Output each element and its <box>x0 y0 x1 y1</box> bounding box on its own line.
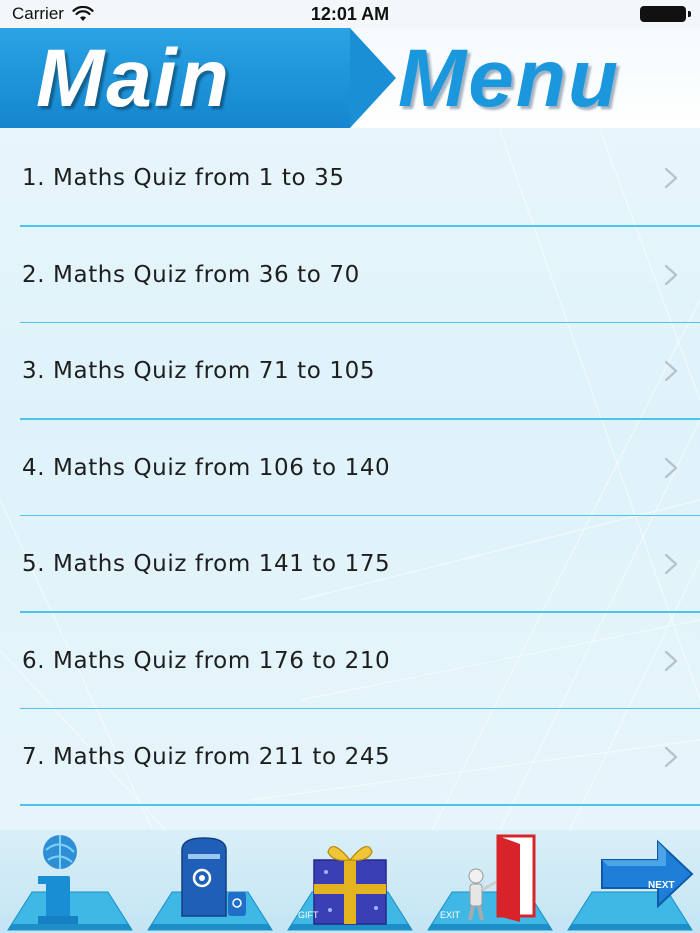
menu-item-quiz-3[interactable]: 3. Maths Quiz from 71 to 105 <box>0 323 700 420</box>
next-button[interactable]: NEXT <box>560 830 700 933</box>
gift-label: GIFT <box>298 910 319 920</box>
info-button[interactable] <box>0 830 140 933</box>
menu-item-label: 5. Maths Quiz from 141 to 175 <box>22 551 391 578</box>
menu-item-quiz-4[interactable]: 4. Maths Quiz from 106 to 140 <box>0 420 700 517</box>
chevron-right-icon <box>664 264 678 285</box>
menu-item-label: 2. Maths Quiz from 36 to 70 <box>22 261 360 288</box>
menu-item-label: 6. Maths Quiz from 176 to 210 <box>22 647 391 674</box>
carrier-label: Carrier <box>12 4 64 23</box>
chevron-right-icon <box>664 554 678 575</box>
exit-button[interactable]: EXIT <box>420 830 560 933</box>
menu-item-quiz-7[interactable]: 7. Maths Quiz from 211 to 245 <box>0 709 700 806</box>
exit-label: EXIT <box>440 910 461 920</box>
chevron-right-icon <box>664 747 678 768</box>
status-time: 12:01 AM <box>310 3 390 24</box>
status-left: Carrier <box>12 4 94 24</box>
chevron-right-icon <box>664 650 678 671</box>
chevron-right-icon <box>664 361 678 382</box>
menu-item-quiz-2[interactable]: 2. Maths Quiz from 36 to 70 <box>0 227 700 324</box>
gift-button[interactable]: GIFT <box>280 830 420 933</box>
chevron-right-icon <box>664 168 678 189</box>
wifi-icon <box>72 6 94 21</box>
info-icon <box>7 835 133 931</box>
quiz-menu-list: 1. Maths Quiz from 1 to 35 2. Maths Quiz… <box>0 130 700 806</box>
header-arrow-shape <box>350 28 396 128</box>
page-title-menu: Menu <box>398 33 621 124</box>
next-arrow-icon <box>567 839 694 931</box>
bottom-toolbar: GIFT EXIT NEXT <box>0 830 700 933</box>
menu-item-label: 1. Maths Quiz from 1 to 35 <box>22 165 345 192</box>
menu-item-quiz-5[interactable]: 5. Maths Quiz from 141 to 175 <box>0 516 700 613</box>
chevron-right-icon <box>664 457 678 478</box>
next-label: NEXT <box>648 880 675 891</box>
mailbox-icon <box>147 837 273 931</box>
menu-item-label: 4. Maths Quiz from 106 to 140 <box>22 454 391 481</box>
status-bar: Carrier 12:01 AM <box>0 0 700 28</box>
menu-item-label: 7. Maths Quiz from 211 to 245 <box>22 744 391 771</box>
battery-icon <box>640 6 691 22</box>
menu-item-quiz-1[interactable]: 1. Maths Quiz from 1 to 35 <box>0 130 700 227</box>
header-banner: Main Menu <box>0 28 700 128</box>
contact-us-button[interactable] <box>140 830 280 933</box>
menu-item-label: 3. Maths Quiz from 71 to 105 <box>22 358 376 385</box>
page-title-main: Main <box>36 33 231 124</box>
menu-item-quiz-6[interactable]: 6. Maths Quiz from 176 to 210 <box>0 613 700 710</box>
